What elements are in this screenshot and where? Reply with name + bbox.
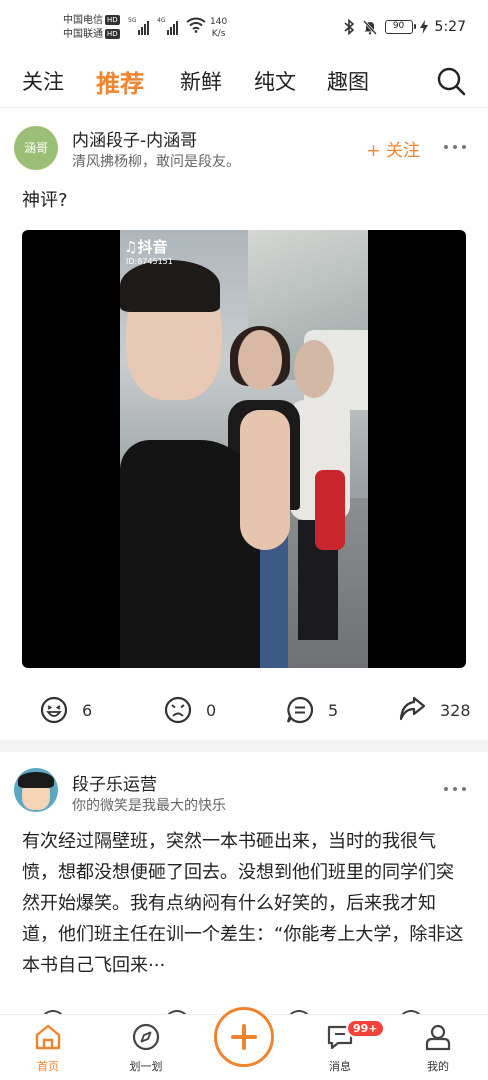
post-text: 有次经过隔壁班，突然一本书砸出来，当时的我很气愤，想都没想便砸了回去。没想到他们… bbox=[22, 831, 464, 976]
bluetooth-icon bbox=[344, 19, 354, 35]
publish-button[interactable] bbox=[214, 1007, 274, 1067]
nav-messages[interactable]: 99+ 消息 bbox=[310, 1019, 385, 1074]
video-frame bbox=[120, 230, 368, 668]
tab-text[interactable]: 纯文 bbox=[254, 66, 296, 96]
avatar[interactable] bbox=[14, 768, 58, 812]
share-button[interactable]: 328 bbox=[398, 690, 471, 730]
nav-home-label: 首页 bbox=[37, 1060, 59, 1073]
clock: 5:27 bbox=[434, 19, 466, 35]
nav-me[interactable]: 我的 bbox=[408, 1023, 468, 1074]
status-bar: 中国电信 HD 中国联通 HD 5G 4G 140 K/s 90 5:27 bbox=[0, 0, 488, 56]
author-name[interactable]: 段子乐运营 bbox=[72, 770, 157, 795]
comment-button[interactable]: 5 bbox=[286, 690, 338, 730]
tab-follow[interactable]: 关注 bbox=[22, 66, 64, 96]
mute-bell-icon bbox=[362, 20, 377, 35]
bottom-nav: 首页 划一划 99+ 消息 我的 bbox=[0, 1007, 488, 1080]
post-divider bbox=[0, 740, 488, 752]
home-icon bbox=[35, 1024, 61, 1050]
carrier-info: 中国电信 HD 中国联通 HD bbox=[63, 14, 120, 42]
search-icon[interactable] bbox=[436, 66, 466, 96]
share-icon bbox=[399, 696, 426, 721]
message-badge: 99+ bbox=[346, 1019, 385, 1038]
tab-fresh[interactable]: 新鲜 bbox=[180, 66, 222, 96]
wifi-icon bbox=[186, 17, 206, 33]
more-icon[interactable] bbox=[444, 784, 466, 794]
like-button[interactable]: 6 bbox=[40, 690, 92, 730]
avatar[interactable]: 涵哥 bbox=[14, 126, 58, 170]
author-name[interactable]: 内涵段子-内涵哥 bbox=[72, 126, 197, 151]
share-count: 328 bbox=[440, 700, 471, 720]
carrier-1: 中国电信 bbox=[63, 15, 103, 26]
angry-icon bbox=[164, 696, 192, 724]
battery-indicator: 90 bbox=[384, 20, 416, 34]
comment-count: 5 bbox=[328, 700, 339, 720]
dislike-button[interactable]: 0 bbox=[164, 690, 216, 730]
hd-badge: HD bbox=[105, 29, 120, 39]
laugh-icon bbox=[40, 696, 68, 724]
tab-funny-pics[interactable]: 趣图 bbox=[327, 66, 369, 96]
author-signature: 清风拂杨柳，敢问是段友。 bbox=[72, 154, 240, 170]
compass-icon bbox=[132, 1023, 160, 1051]
douyin-watermark: ♫抖音 bbox=[124, 238, 168, 256]
signal-icon: 5G bbox=[128, 17, 150, 35]
like-count: 6 bbox=[82, 700, 93, 720]
nav-home[interactable]: 首页 bbox=[18, 1023, 78, 1074]
signal-icon: 4G bbox=[157, 17, 179, 35]
video-id: ID:8745151 bbox=[126, 257, 173, 266]
nav-messages-label: 消息 bbox=[329, 1060, 351, 1073]
author-signature: 你的微笑是我最大的快乐 bbox=[72, 798, 226, 814]
nav-me-label: 我的 bbox=[427, 1060, 449, 1073]
top-nav: 关注 推荐 新鲜 纯文 趣图 bbox=[0, 56, 488, 108]
hd-badge: HD bbox=[105, 15, 120, 25]
post-actions: 6 0 5 328 bbox=[0, 690, 488, 730]
more-icon[interactable] bbox=[444, 142, 466, 152]
profile-icon bbox=[425, 1024, 451, 1051]
nav-swipe-label: 划一划 bbox=[129, 1060, 163, 1073]
network-speed: 140 K/s bbox=[210, 17, 228, 39]
charging-icon bbox=[419, 20, 428, 34]
follow-button[interactable]: + 关注 bbox=[366, 136, 420, 161]
tab-recommend[interactable]: 推荐 bbox=[96, 64, 144, 99]
video-player[interactable]: ♫抖音 ID:8745151 bbox=[22, 230, 466, 668]
carrier-2: 中国联通 bbox=[63, 29, 103, 40]
comment-icon bbox=[286, 696, 314, 724]
post-text: 神评? bbox=[22, 190, 68, 211]
dislike-count: 0 bbox=[206, 700, 217, 720]
nav-swipe[interactable]: 划一划 bbox=[116, 1023, 176, 1074]
